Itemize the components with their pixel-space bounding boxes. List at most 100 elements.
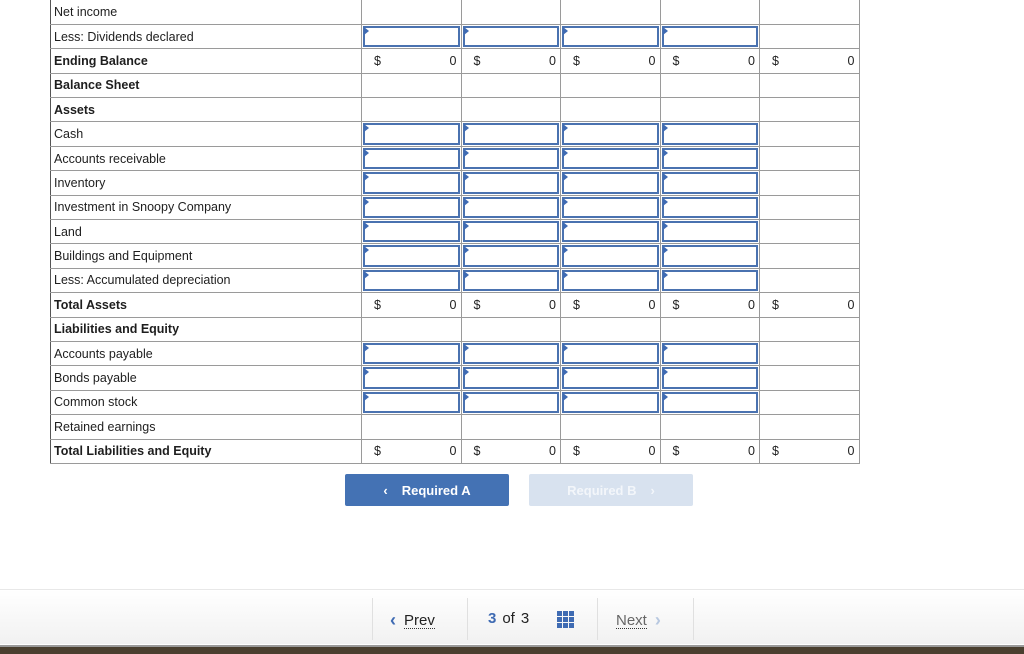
amount-input[interactable] — [365, 369, 458, 387]
amount-input[interactable] — [564, 125, 657, 143]
table-row: Total Liabilities and Equity $0 $0 $0 $0 $0 — [50, 438, 860, 464]
amount-input[interactable] — [663, 125, 756, 143]
currency-symbol: $ — [573, 297, 580, 312]
amount-input[interactable] — [663, 27, 756, 46]
table-row: Liabilities and Equity — [50, 316, 860, 342]
total-amount: 0 — [549, 297, 556, 312]
amount-input[interactable] — [564, 344, 657, 363]
row-label: Retained earnings — [50, 414, 362, 440]
amount-input[interactable] — [663, 149, 756, 168]
amount-input[interactable] — [564, 271, 657, 290]
amount-cell — [560, 267, 661, 294]
amount-input[interactable] — [464, 125, 557, 143]
amount-input-box — [562, 172, 659, 194]
empty-cell — [560, 97, 661, 123]
amount-input-box — [363, 391, 460, 414]
amount-input[interactable] — [663, 369, 756, 387]
amount-input[interactable] — [365, 247, 458, 265]
amount-cell — [460, 365, 561, 391]
amount-input[interactable] — [564, 149, 657, 168]
amount-input-box — [462, 245, 559, 267]
empty-cell — [759, 72, 860, 99]
required-a-button[interactable]: ‹ Required A — [345, 474, 509, 506]
amount-input[interactable] — [464, 174, 557, 192]
amount-input[interactable] — [663, 247, 756, 265]
required-b-label: Required B — [567, 482, 637, 498]
amount-cell — [460, 194, 561, 221]
amount-input[interactable] — [564, 393, 657, 412]
amount-cell — [659, 121, 760, 147]
amount-input[interactable] — [365, 393, 458, 412]
row-label: Assets — [50, 97, 362, 123]
total-amount: 0 — [847, 53, 855, 68]
amount-cell — [361, 145, 462, 172]
empty-cell — [659, 414, 760, 440]
amount-input[interactable] — [464, 149, 557, 168]
amount-input[interactable] — [464, 369, 557, 387]
amount-input[interactable] — [564, 198, 657, 217]
amount-input-box — [462, 342, 559, 365]
empty-cell — [361, 316, 462, 342]
table-row: Total Assets $0 $0 $0 $0 $0 — [50, 292, 860, 318]
amount-input[interactable] — [663, 198, 756, 217]
amount-input[interactable] — [464, 223, 557, 241]
amount-input[interactable] — [464, 198, 557, 217]
next-label: Next — [616, 611, 647, 629]
amount-input-box — [562, 123, 659, 145]
amount-input[interactable] — [464, 344, 557, 363]
amount-input[interactable] — [365, 271, 458, 290]
amount-input[interactable] — [564, 247, 657, 265]
prev-link[interactable]: ‹ Prev — [390, 610, 435, 631]
table-row: Accounts payable — [50, 340, 860, 367]
chevron-right-icon: › — [654, 610, 661, 630]
amount-input[interactable] — [365, 174, 458, 192]
amount-cell — [659, 23, 760, 50]
next-link[interactable]: Next › — [616, 610, 661, 631]
amount-input-box — [462, 196, 559, 219]
table-row: Common stock — [50, 389, 860, 416]
table-row: Investment in Snoopy Company — [50, 194, 860, 221]
total-cell: $0 — [759, 438, 860, 464]
amount-input-box — [562, 342, 659, 365]
table-row: Ending Balance $0 $0 $0 $0 $0 — [50, 48, 860, 74]
amount-cell — [560, 194, 661, 221]
amount-input[interactable] — [365, 344, 458, 363]
amount-input[interactable] — [564, 369, 657, 387]
amount-input[interactable] — [464, 271, 557, 290]
amount-input-box — [462, 25, 559, 48]
amount-input[interactable] — [464, 247, 557, 265]
grid-view-button[interactable] — [557, 611, 574, 628]
amount-input[interactable] — [464, 27, 557, 46]
divider — [467, 598, 468, 640]
amount-input[interactable] — [365, 149, 458, 168]
amount-input[interactable] — [663, 223, 756, 241]
amount-input-box — [363, 245, 460, 267]
amount-input[interactable] — [564, 223, 657, 241]
currency-symbol: $ — [473, 53, 481, 68]
amount-input[interactable] — [365, 198, 458, 217]
total-cell: $0 — [460, 292, 561, 318]
empty-cell — [759, 0, 860, 25]
amount-input[interactable] — [365, 125, 458, 143]
total-cell: $0 — [361, 292, 462, 318]
amount-input-box — [562, 196, 659, 219]
amount-cell — [460, 121, 561, 147]
amount-input-box — [562, 147, 659, 170]
amount-input[interactable] — [663, 393, 756, 412]
amount-input[interactable] — [663, 174, 756, 192]
amount-input-box — [661, 245, 758, 267]
amount-input[interactable] — [365, 27, 458, 46]
amount-input[interactable] — [564, 27, 657, 46]
amount-input[interactable] — [464, 393, 557, 412]
amount-input[interactable] — [365, 223, 458, 241]
grid-icon — [557, 611, 574, 628]
amount-cell — [460, 243, 561, 269]
required-b-button[interactable]: Required B › — [529, 474, 693, 506]
amount-cell — [659, 145, 760, 172]
chevron-left-icon: ‹ — [383, 482, 388, 498]
amount-input[interactable] — [564, 174, 657, 192]
currency-symbol: $ — [672, 53, 680, 68]
amount-input[interactable] — [663, 271, 756, 290]
amount-input[interactable] — [663, 344, 756, 363]
total-value: $0 — [462, 49, 561, 72]
